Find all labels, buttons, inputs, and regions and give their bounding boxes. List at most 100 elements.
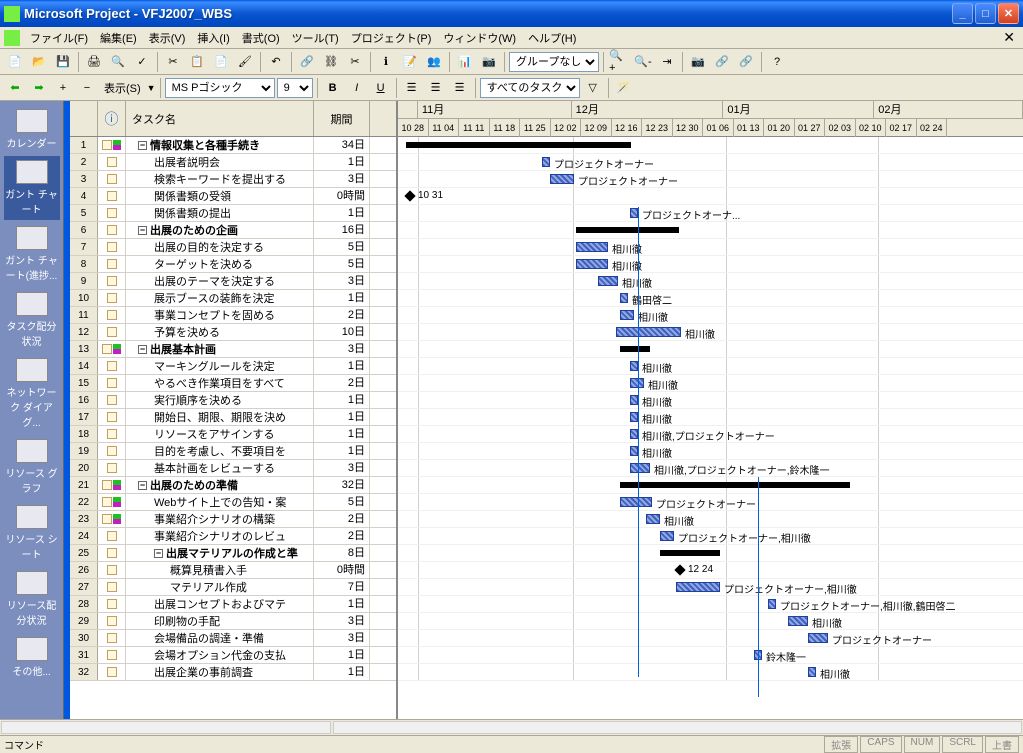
duration-cell[interactable]: 5日 (314, 239, 370, 255)
duration-cell[interactable]: 3日 (314, 613, 370, 629)
underline-button[interactable]: U (370, 77, 392, 99)
duration-cell[interactable]: 5日 (314, 494, 370, 510)
format-painter-button[interactable]: 🖌 (234, 51, 256, 73)
menu-item[interactable]: プロジェクト(P) (345, 28, 438, 48)
task-row[interactable]: 5関係書類の提出1日 (70, 205, 396, 222)
task-name-cell[interactable]: 出展のテーマを決定する (126, 273, 314, 289)
summary-bar[interactable] (660, 550, 720, 556)
info-cell[interactable] (98, 630, 126, 646)
task-name-cell[interactable]: 展示ブースの装飾を決定 (126, 290, 314, 306)
doc-close-button[interactable]: ✕ (999, 29, 1019, 46)
task-row[interactable]: 25−出展マテリアルの作成と準8日 (70, 545, 396, 562)
duration-cell[interactable]: 3日 (314, 341, 370, 357)
info-cell[interactable] (98, 392, 126, 408)
collapse-icon[interactable]: − (138, 226, 147, 235)
close-button[interactable]: ✕ (998, 3, 1019, 24)
task-bar[interactable] (550, 174, 574, 184)
save-button[interactable]: 💾 (52, 51, 74, 73)
info-cell[interactable] (98, 545, 126, 561)
task-name-cell[interactable]: ターゲットを決める (126, 256, 314, 272)
open-button[interactable]: 📂 (28, 51, 50, 73)
milestone-icon[interactable] (674, 564, 685, 575)
row-number[interactable]: 25 (70, 545, 98, 561)
gantt-row[interactable]: プロジェクトオーナー (398, 630, 1023, 647)
task-row[interactable]: 8ターゲットを決める5日 (70, 256, 396, 273)
task-bar[interactable] (630, 361, 638, 371)
gantt-row[interactable]: 相川徹 (398, 511, 1023, 528)
duration-cell[interactable]: 3日 (314, 171, 370, 187)
help-button[interactable]: ? (766, 51, 788, 73)
task-row[interactable]: 19目的を考慮し、不要項目を1日 (70, 443, 396, 460)
task-row[interactable]: 18リソースをアサインする1日 (70, 426, 396, 443)
summary-bar[interactable] (620, 346, 650, 352)
row-number[interactable]: 20 (70, 460, 98, 476)
info-cell[interactable] (98, 358, 126, 374)
duration-cell[interactable]: 7日 (314, 579, 370, 595)
duration-cell[interactable]: 3日 (314, 273, 370, 289)
task-row[interactable]: 20基本計画をレビューする3日 (70, 460, 396, 477)
duration-cell[interactable]: 2日 (314, 528, 370, 544)
row-number[interactable]: 5 (70, 205, 98, 221)
info-cell[interactable] (98, 290, 126, 306)
task-name-cell[interactable]: 出展の目的を決定する (126, 239, 314, 255)
info-cell[interactable] (98, 154, 126, 170)
task-name-cell[interactable]: 会場備品の調達・準備 (126, 630, 314, 646)
duration-cell[interactable]: 1日 (314, 358, 370, 374)
task-bar[interactable] (620, 497, 652, 507)
duration-cell[interactable]: 32日 (314, 477, 370, 493)
indent-button[interactable]: − (76, 77, 98, 99)
task-name-cell[interactable]: 事業紹介シナリオのレビュ (126, 528, 314, 544)
gantt-row[interactable]: 相川徹 (398, 273, 1023, 290)
gantt-row[interactable]: 相川徹 (398, 443, 1023, 460)
font-combo[interactable]: MS Pゴシック (165, 78, 275, 98)
task-row[interactable]: 10展示ブースの装飾を決定1日 (70, 290, 396, 307)
task-row[interactable]: 30会場備品の調達・準備3日 (70, 630, 396, 647)
duration-cell[interactable]: 1日 (314, 647, 370, 663)
collapse-icon[interactable]: − (154, 549, 163, 558)
gantt-row[interactable] (398, 222, 1023, 239)
task-name-cell[interactable]: 開始日、期限、期限を決め (126, 409, 314, 425)
gantt-row[interactable]: 10 31 (398, 188, 1023, 205)
row-number[interactable]: 12 (70, 324, 98, 340)
task-row[interactable]: 32出展企業の事前調査1日 (70, 664, 396, 681)
gantt-row[interactable] (398, 137, 1023, 154)
info-cell[interactable] (98, 256, 126, 272)
task-row[interactable]: 13−出展基本計画3日 (70, 341, 396, 358)
font-size-combo[interactable]: 9 (277, 78, 313, 98)
task-row[interactable]: 23事業紹介シナリオの構築2日 (70, 511, 396, 528)
horizontal-scroll[interactable] (0, 719, 1023, 735)
row-number[interactable]: 16 (70, 392, 98, 408)
info-cell[interactable] (98, 528, 126, 544)
task-row[interactable]: 22Webサイト上での告知・案5日 (70, 494, 396, 511)
task-row[interactable]: 14マーキングルールを決定1日 (70, 358, 396, 375)
duration-cell[interactable]: 2日 (314, 375, 370, 391)
gantt-row[interactable]: プロジェクトオーナー,相川徹 (398, 528, 1023, 545)
duration-cell[interactable]: 1日 (314, 596, 370, 612)
task-row[interactable]: 9出展のテーマを決定する3日 (70, 273, 396, 290)
duration-cell[interactable]: 3日 (314, 630, 370, 646)
task-bar[interactable] (630, 446, 638, 456)
copy-picture-button[interactable]: 📷 (478, 51, 500, 73)
task-name-cell[interactable]: 事業紹介シナリオの構築 (126, 511, 314, 527)
print-button[interactable]: 🖨 (83, 51, 105, 73)
info-cell[interactable] (98, 562, 126, 578)
gantt-row[interactable]: 相川徹 (398, 256, 1023, 273)
share-button[interactable]: 🔗 (711, 51, 733, 73)
gantt-row[interactable]: 相川徹 (398, 613, 1023, 630)
info-cell[interactable] (98, 409, 126, 425)
task-name-cell[interactable]: マーキングルールを決定 (126, 358, 314, 374)
link-button[interactable]: 🔗 (296, 51, 318, 73)
row-number[interactable]: 15 (70, 375, 98, 391)
duration-cell[interactable]: 0時間 (314, 188, 370, 204)
info-cell[interactable] (98, 596, 126, 612)
outdent-button[interactable]: + (52, 77, 74, 99)
gantt-row[interactable]: 相川徹 (398, 409, 1023, 426)
task-row[interactable]: 26概算見積書入手0時間 (70, 562, 396, 579)
info-cell[interactable] (98, 375, 126, 391)
duration-cell[interactable]: 1日 (314, 205, 370, 221)
duration-cell[interactable]: 5日 (314, 256, 370, 272)
duration-cell[interactable]: 1日 (314, 392, 370, 408)
duration-cell[interactable]: 3日 (314, 460, 370, 476)
align-left-button[interactable]: ☰ (401, 77, 423, 99)
info-cell[interactable] (98, 137, 126, 153)
